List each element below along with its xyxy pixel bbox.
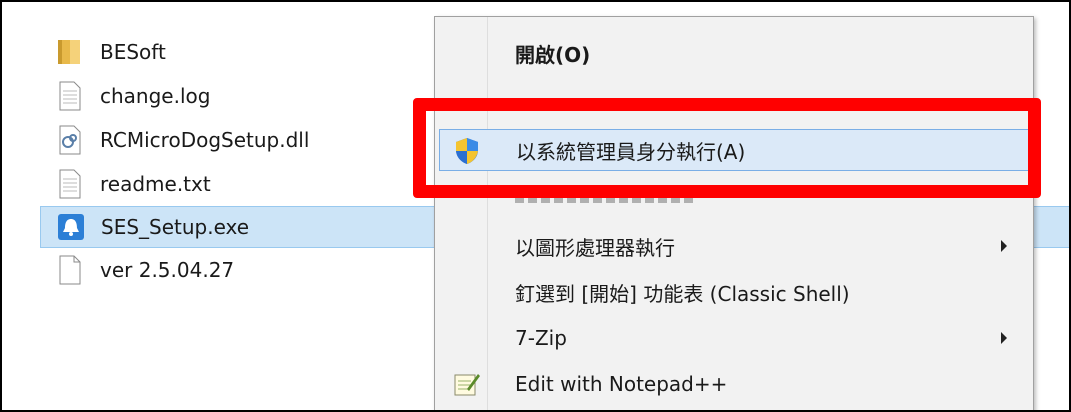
- context-menu: 開啟(O) 以系統管理員身分執行(A) 以圖形處理器執行 釘選到 [開始] 功能…: [434, 16, 1034, 410]
- file-name: SES_Setup.exe: [101, 215, 250, 239]
- text-file-icon: [52, 81, 86, 111]
- menu-item-label: 7-Zip: [515, 326, 567, 350]
- file-name: RCMicroDogSetup.dll: [100, 128, 310, 152]
- dll-file-icon: [52, 125, 86, 155]
- submenu-arrow-icon: [1001, 332, 1007, 344]
- installer-icon: [53, 212, 87, 242]
- menu-item-run-with-gpu[interactable]: 以圖形處理器執行: [435, 225, 1033, 267]
- file-item-ver[interactable]: ver 2.5.04.27: [40, 248, 500, 292]
- submenu-arrow-icon: [1001, 240, 1007, 252]
- file-name: ver 2.5.04.27: [100, 258, 235, 282]
- file-name: readme.txt: [100, 172, 211, 196]
- menu-item-label: Edit with Notepad++: [515, 372, 728, 396]
- menu-item-label: 開啟(O): [515, 42, 591, 67]
- folder-icon: [52, 37, 86, 67]
- file-item-besoft[interactable]: BESoft: [40, 30, 500, 74]
- text-file-icon: [52, 169, 86, 199]
- explorer-window: BESoft change.log RCMicroDogSetup.dll re…: [0, 0, 1071, 412]
- menu-item-label: 以圖形處理器執行: [515, 235, 675, 260]
- menu-item-edit-notepad[interactable]: Edit with Notepad++: [435, 363, 1033, 405]
- menu-item-7zip[interactable]: 7-Zip: [435, 317, 1033, 359]
- file-name: BESoft: [100, 40, 166, 64]
- blank-file-icon: [52, 255, 86, 285]
- highlight-annotation-box: [413, 98, 1041, 198]
- menu-item-open[interactable]: 開啟(O): [435, 32, 1033, 74]
- notepad-plus-plus-icon: [451, 369, 481, 399]
- file-name: change.log: [100, 84, 211, 108]
- menu-item-label: 釘選到 [開始] 功能表 (Classic Shell): [515, 281, 850, 306]
- menu-item-pin-start[interactable]: 釘選到 [開始] 功能表 (Classic Shell): [435, 271, 1033, 313]
